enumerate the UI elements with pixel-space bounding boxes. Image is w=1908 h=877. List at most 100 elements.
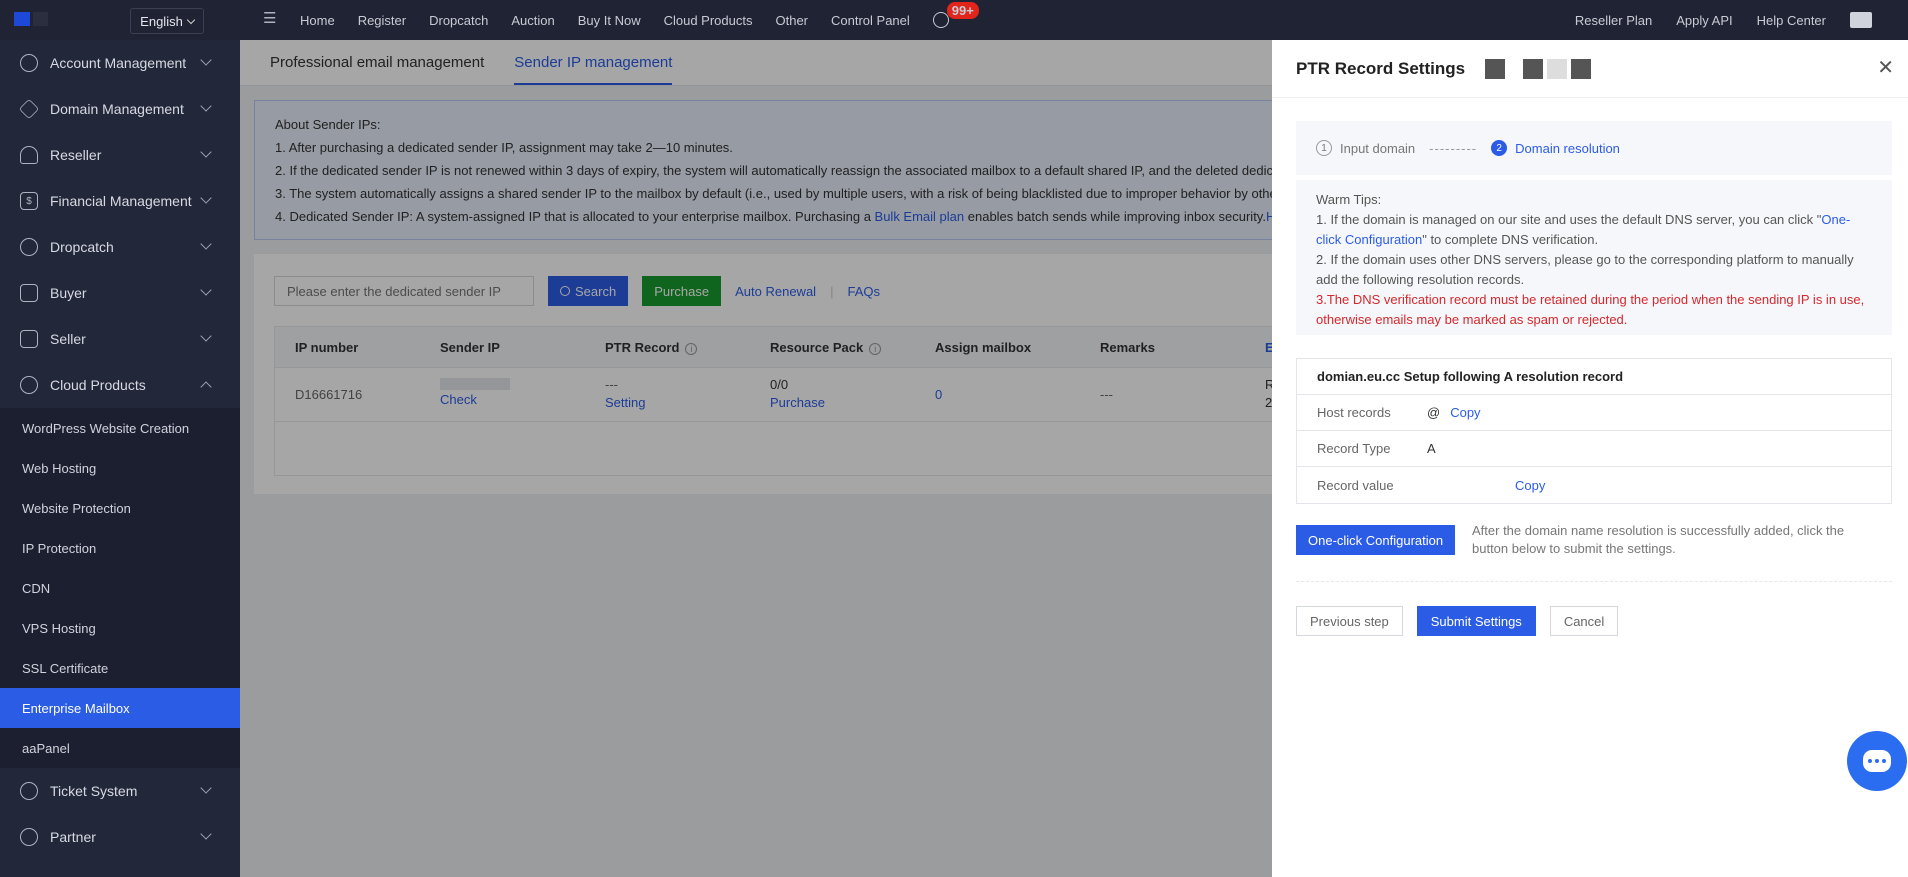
- step-number: 1: [1316, 140, 1332, 156]
- submit-settings-button[interactable]: Submit Settings: [1416, 606, 1536, 636]
- resolution-record-table: domian.eu.cc Setup following A resolutio…: [1296, 358, 1892, 504]
- nav-cloud-products[interactable]: Cloud Products: [664, 13, 753, 28]
- top-navigation-bar: English ☰ Home Register Dropcatch Auctio…: [0, 0, 1908, 40]
- sidebar-item-wordpress-website-creation[interactable]: WordPress Website Creation: [0, 408, 240, 448]
- previous-step-button[interactable]: Previous step: [1296, 606, 1403, 636]
- record-key: Host records: [1317, 405, 1391, 420]
- nav-dropcatch[interactable]: Dropcatch: [429, 13, 488, 28]
- record-key: Record Type: [1317, 441, 1391, 456]
- one-click-note: After the domain name resolution is succ…: [1472, 523, 1845, 556]
- modal-overlay[interactable]: [240, 40, 1272, 877]
- sidebar-item-ip-protection[interactable]: IP Protection: [0, 528, 240, 568]
- sidebar-item-website-protection[interactable]: Website Protection: [0, 488, 240, 528]
- nav-home[interactable]: Home: [300, 13, 335, 28]
- nav-apply-api[interactable]: Apply API: [1676, 13, 1732, 28]
- sidebar-item-label: Partner: [50, 829, 96, 845]
- tip-text: " to complete DNS verification.: [1422, 232, 1599, 247]
- chevron-down-icon: [200, 330, 212, 342]
- sidebar-item-ticket-system[interactable]: Ticket System: [0, 768, 240, 814]
- cancel-button[interactable]: Cancel: [1549, 606, 1619, 636]
- drawer-title: PTR Record Settings: [1296, 58, 1466, 78]
- nav-buy-it-now[interactable]: Buy It Now: [578, 13, 641, 28]
- sidebar-item-web-hosting[interactable]: Web Hosting: [0, 448, 240, 488]
- avatar[interactable]: [1850, 12, 1872, 28]
- sidebar-item-label: Seller: [50, 331, 86, 347]
- language-label: English: [140, 13, 183, 29]
- sidebar-item-vps-hosting[interactable]: VPS Hosting: [0, 608, 240, 648]
- nav-reseller-plan[interactable]: Reseller Plan: [1575, 13, 1652, 28]
- chevron-down-icon: [200, 100, 212, 112]
- sidebar-item-enterprise-mailbox[interactable]: Enterprise Mailbox: [0, 688, 240, 728]
- tip-number: 3.: [1316, 292, 1327, 307]
- sidebar-item-label: Financial Management: [50, 193, 192, 209]
- sidebar-item-account-management[interactable]: Account Management: [0, 40, 240, 86]
- sidebar-item-cloud-products[interactable]: Cloud Products: [0, 362, 240, 408]
- copy-value-button[interactable]: Copy: [1515, 478, 1545, 493]
- sidebar-item-label: Domain Management: [50, 101, 184, 117]
- tip-item: 2. If the domain uses other DNS servers,…: [1316, 252, 1854, 287]
- user-icon: [20, 54, 38, 72]
- record-value: A: [1427, 441, 1436, 456]
- nav-auction[interactable]: Auction: [511, 13, 554, 28]
- sidebar-item-reseller[interactable]: Reseller: [0, 132, 240, 178]
- layers-icon: [18, 98, 40, 120]
- tip-text: The DNS verification record must be reta…: [1316, 292, 1865, 327]
- masked-ip-placeholder: [1485, 58, 1592, 79]
- dollar-icon: $: [20, 192, 38, 210]
- record-row-host: Host records @ Copy: [1297, 395, 1891, 431]
- step-number: 2: [1491, 140, 1508, 156]
- sidebar-item-label: Reseller: [50, 147, 102, 163]
- sidebar-item-financial-management[interactable]: $ Financial Management: [0, 178, 240, 224]
- sidebar-item-aapanel[interactable]: aaPanel: [0, 728, 240, 768]
- sidebar-item-label: Ticket System: [50, 783, 138, 799]
- nav-register[interactable]: Register: [358, 13, 406, 28]
- cart-badge: 99+: [946, 2, 979, 19]
- right-nav: Reseller Plan Apply API Help Center: [1575, 0, 1908, 40]
- sidebar: Account Management Domain Management Res…: [0, 40, 240, 877]
- record-header: domian.eu.cc Setup following A resolutio…: [1297, 359, 1891, 395]
- copy-host-button[interactable]: Copy: [1450, 405, 1480, 420]
- sidebar-item-label: Account Management: [50, 55, 187, 71]
- chevron-up-icon: [200, 381, 212, 393]
- close-icon[interactable]: ✕: [1877, 58, 1894, 78]
- steps-indicator: 1 Input domain --------- 2 Domain resolu…: [1296, 121, 1892, 175]
- nav-help-center[interactable]: Help Center: [1757, 13, 1826, 28]
- nav-other[interactable]: Other: [775, 13, 808, 28]
- people-icon: [20, 146, 38, 164]
- chevron-down-icon: [200, 284, 212, 296]
- partner-icon: [20, 828, 38, 846]
- cart-icon: [932, 12, 949, 28]
- sidebar-item-ssl-certificate[interactable]: SSL Certificate: [0, 648, 240, 688]
- sidebar-item-buyer[interactable]: Buyer: [0, 270, 240, 316]
- one-click-configuration-button[interactable]: One-click Configuration: [1296, 525, 1456, 555]
- record-row-type: Record Type A: [1297, 431, 1891, 467]
- tip-item: 1. If the domain is managed on our site …: [1316, 210, 1872, 250]
- sidebar-item-domain-management[interactable]: Domain Management: [0, 86, 240, 132]
- nav-control-panel[interactable]: Control Panel: [831, 13, 910, 28]
- tips-title: Warm Tips:: [1316, 192, 1382, 207]
- sidebar-item-cdn[interactable]: CDN: [0, 568, 240, 608]
- ptr-record-drawer: PTR Record Settings ✕ 1 Input domain ---…: [1272, 40, 1908, 877]
- chevron-down-icon: [200, 238, 212, 250]
- chat-support-button[interactable]: [1847, 731, 1907, 791]
- step-label-input-domain: Input domain: [1340, 140, 1416, 156]
- sidebar-item-seller[interactable]: Seller: [0, 316, 240, 362]
- chevron-down-icon: [200, 828, 212, 840]
- sidebar-item-dropcatch[interactable]: Dropcatch: [0, 224, 240, 270]
- sidebar-item-partner[interactable]: Partner: [0, 814, 240, 860]
- ticket-icon: [20, 782, 38, 800]
- tip-text: 1. If the domain is managed on our site …: [1316, 212, 1822, 227]
- drawer-header: PTR Record Settings ✕: [1272, 40, 1908, 98]
- chevron-down-icon: [200, 782, 212, 794]
- sidebar-item-label: Buyer: [50, 285, 87, 301]
- chat-icon: [1863, 750, 1891, 772]
- menu-toggle-icon[interactable]: ☰: [263, 11, 279, 26]
- warm-tips: Warm Tips: 1. If the domain is managed o…: [1296, 180, 1892, 335]
- sidebar-item-label: Cloud Products: [50, 377, 146, 393]
- clock-icon: [20, 238, 38, 256]
- site-logo[interactable]: [14, 12, 48, 28]
- language-selector[interactable]: English: [130, 8, 204, 34]
- cart-button[interactable]: 99+: [932, 2, 979, 30]
- chevron-down-icon: [200, 54, 212, 66]
- drawer-footer: Previous step Submit Settings Cancel: [1296, 606, 1619, 636]
